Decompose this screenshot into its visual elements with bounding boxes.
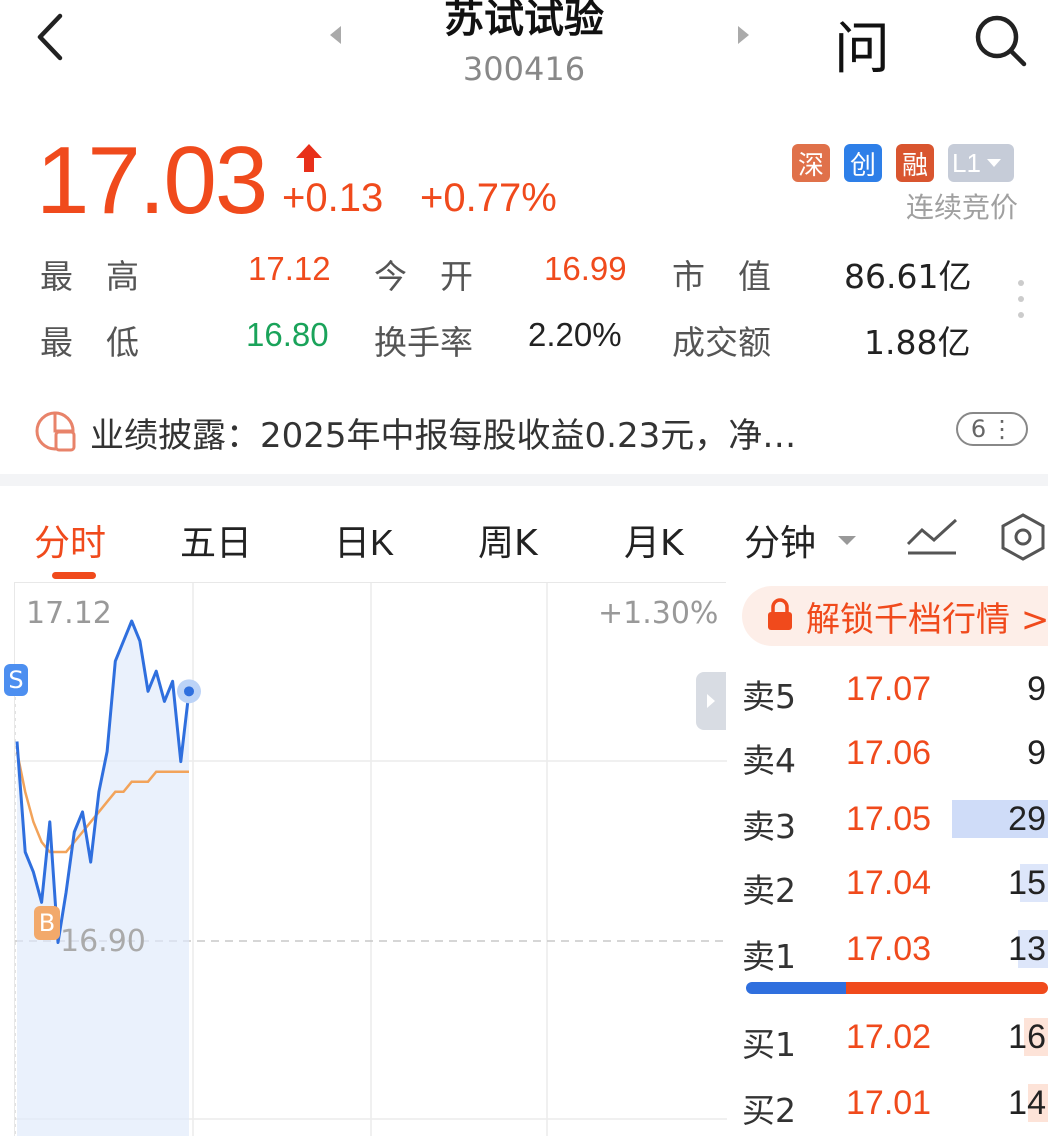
search-icon[interactable] xyxy=(972,12,1028,68)
more-icon: ⋮ xyxy=(990,415,1014,443)
buy-marker[interactable]: B xyxy=(34,906,60,940)
sell-ratio xyxy=(846,982,1048,994)
tab-daily-k[interactable]: 日K xyxy=(334,514,394,566)
tab-monthly-k[interactable]: 月K xyxy=(624,514,684,566)
next-stock-icon[interactable] xyxy=(738,26,749,44)
price-change-pct: +0.77% xyxy=(420,176,557,220)
market-badges: 深 创 融 L1 xyxy=(792,144,1014,182)
buy-sell-ratio-bar xyxy=(746,982,1048,994)
ask-label: 卖4 xyxy=(742,741,796,780)
indicator-icon[interactable] xyxy=(906,516,958,556)
buy-ratio xyxy=(746,982,846,994)
settings-hexagon-icon[interactable] xyxy=(998,512,1048,562)
ask-volume: 29 xyxy=(1008,800,1046,838)
chevron-down-icon[interactable] xyxy=(838,536,856,545)
unlock-label: 解锁千档行情 > xyxy=(806,592,1048,641)
ask-row[interactable]: 卖3 17.05 29 xyxy=(742,796,1048,846)
chevron-down-icon xyxy=(986,159,1001,167)
mktcap-value: 86.61亿 xyxy=(844,257,972,296)
top-bar: 苏试试验 300416 问 xyxy=(0,0,1048,110)
stock-code: 300416 xyxy=(462,50,586,88)
prev-stock-icon[interactable] xyxy=(330,26,341,44)
bid-row[interactable]: 买1 17.02 16 xyxy=(742,1014,1048,1064)
ask-price: 17.07 xyxy=(846,670,932,708)
low-value: 16.80 xyxy=(246,316,329,353)
chevron-right-icon: > xyxy=(1020,600,1048,640)
chinext-badge: 创 xyxy=(844,144,882,182)
chart-high-label: 17.12 xyxy=(26,596,112,631)
ask-volume: 13 xyxy=(1008,930,1046,968)
section-divider xyxy=(0,474,1048,486)
ask-label: 卖3 xyxy=(742,807,796,846)
tab-minute[interactable]: 分钟 xyxy=(744,514,816,566)
shenzhen-badge: 深 xyxy=(792,144,830,182)
more-dots-icon[interactable] xyxy=(1018,280,1026,322)
lock-icon xyxy=(768,598,792,630)
current-price: 17.03 xyxy=(36,127,268,234)
intraday-chart[interactable] xyxy=(14,582,727,1136)
bid-volume: 16 xyxy=(1008,1018,1046,1056)
chart-pct-label: +1.30% xyxy=(598,596,719,631)
arrow-up-icon xyxy=(296,144,322,172)
bid-price: 17.02 xyxy=(846,1018,932,1056)
tab-weekly-k[interactable]: 周K xyxy=(478,514,538,566)
open-value: 16.99 xyxy=(544,250,627,287)
report-icon xyxy=(35,411,76,452)
tab-intraday[interactable]: 分时 xyxy=(34,514,106,566)
turnover-label: 换手率 xyxy=(374,323,473,362)
ask-row[interactable]: 卖2 17.04 15 xyxy=(742,860,1048,910)
open-label: 今 开 xyxy=(374,257,473,296)
tab-five-day[interactable]: 五日 xyxy=(180,514,252,566)
ask-label: 卖5 xyxy=(742,677,796,716)
bid-label: 买2 xyxy=(742,1091,796,1130)
margin-badge: 融 xyxy=(896,144,934,182)
bid-price: 17.01 xyxy=(846,1084,932,1122)
ask-price: 17.05 xyxy=(846,800,932,838)
bid-row[interactable]: 买2 17.01 14 xyxy=(742,1080,1048,1130)
last-point xyxy=(184,686,194,697)
amount-value: 1.88亿 xyxy=(864,323,971,362)
disclosure-text[interactable]: 业绩披露：2025年中报每股收益0.23元，净… xyxy=(90,408,796,457)
mktcap-label: 市 值 xyxy=(672,257,771,296)
trading-status: 连续竞价 xyxy=(906,191,1019,224)
ask-row[interactable]: 卖1 17.03 13 xyxy=(742,926,1048,976)
sell-marker[interactable]: S xyxy=(4,664,28,696)
high-value: 17.12 xyxy=(248,250,331,287)
tab-active-indicator xyxy=(52,572,96,579)
stock-name: 苏试试验 xyxy=(444,0,604,42)
ask-label: 卖1 xyxy=(742,937,796,976)
disclosure-count[interactable]: 6 ⋮ xyxy=(956,412,1028,446)
unlock-text: 解锁千档行情 xyxy=(806,600,1010,640)
ask-button[interactable]: 问 xyxy=(834,4,890,85)
bid-label: 买1 xyxy=(742,1025,796,1064)
high-label: 最 高 xyxy=(40,257,139,296)
ask-row[interactable]: 卖5 17.07 9 xyxy=(742,666,1048,716)
ask-volume: 9 xyxy=(1027,734,1046,772)
chart-canvas xyxy=(15,583,727,1136)
ask-price: 17.04 xyxy=(846,864,932,902)
amount-label: 成交额 xyxy=(672,323,771,362)
price-change: +0.13 xyxy=(282,176,384,220)
chart-base-label: 16.90 xyxy=(60,924,146,959)
level-badge[interactable]: L1 xyxy=(948,144,1014,182)
disclosure-count-label: 6 xyxy=(970,415,987,443)
expand-panel-icon[interactable] xyxy=(696,672,726,730)
low-label: 最 低 xyxy=(40,323,139,362)
turnover-value: 2.20% xyxy=(528,316,622,353)
bid-volume: 14 xyxy=(1008,1084,1046,1122)
ask-price: 17.03 xyxy=(846,930,932,968)
level-label: L1 xyxy=(952,147,981,178)
ask-price: 17.06 xyxy=(846,734,932,772)
ask-volume: 9 xyxy=(1027,670,1046,708)
ask-label: 卖2 xyxy=(742,871,796,910)
ask-row[interactable]: 卖4 17.06 9 xyxy=(742,730,1048,780)
ask-volume: 15 xyxy=(1008,864,1046,902)
